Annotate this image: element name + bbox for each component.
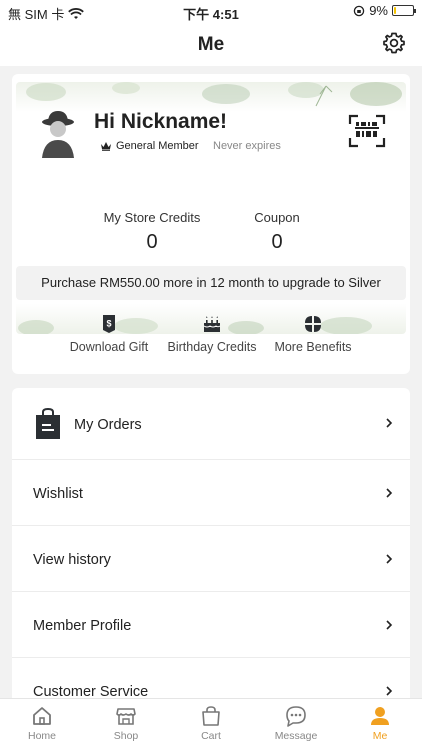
store-credits-value: 0	[146, 231, 158, 253]
chevron-right-icon	[386, 554, 393, 564]
benefit-birthday-credits[interactable]: Birthday Credits	[162, 314, 262, 354]
tab-shop[interactable]: Shop	[84, 705, 168, 742]
tab-label: Me	[372, 730, 388, 742]
menu-item-view-history[interactable]: View history	[12, 526, 410, 592]
menu-label: Wishlist	[33, 486, 83, 502]
menu-label: View history	[33, 552, 111, 568]
menu-item-member-profile[interactable]: Member Profile	[12, 592, 410, 658]
crown-icon	[101, 142, 111, 151]
chevron-right-icon	[386, 620, 393, 630]
greeting-text: Hi Nickname!	[94, 110, 228, 133]
benefit-more[interactable]: More Benefits	[268, 314, 358, 354]
benefit-label: More Benefits	[274, 340, 352, 354]
bottom-tab-bar: Home Shop Cart Message Me	[0, 698, 422, 750]
tab-label: Message	[274, 730, 318, 742]
message-icon	[286, 706, 306, 727]
avatar[interactable]	[38, 108, 78, 158]
battery-icon	[392, 5, 416, 16]
home-icon	[33, 707, 51, 725]
person-icon	[371, 707, 389, 725]
tab-home[interactable]: Home	[0, 705, 84, 742]
tab-message[interactable]: Message	[254, 705, 338, 742]
member-level: General Member	[100, 140, 199, 152]
benefit-label: Birthday Credits	[167, 340, 257, 354]
member-card: Hi Nickname! General Member Never expire…	[12, 74, 410, 374]
tab-label: Home	[27, 730, 56, 742]
benefit-download-gift[interactable]: $ Download Gift	[64, 314, 154, 354]
member-level-label: General Member	[116, 140, 199, 152]
chevron-right-icon	[386, 488, 393, 498]
store-credits[interactable]: My Store Credits 0	[92, 210, 212, 254]
svg-text:$: $	[106, 319, 111, 329]
orientation-lock-icon	[353, 5, 365, 16]
page-title: Me	[197, 34, 225, 55]
chevron-right-icon	[386, 686, 393, 696]
status-bar: 無 SIM 卡 下午 4:51 9%	[0, 0, 422, 22]
shopping-bag-icon	[36, 408, 60, 439]
menu-label: Member Profile	[33, 618, 132, 634]
coupon-label: Coupon	[254, 210, 300, 225]
battery-fill	[394, 7, 396, 14]
membership-expiry: Never expires	[213, 140, 281, 152]
menu-item-wishlist[interactable]: Wishlist	[12, 460, 410, 526]
barcode-scan-icon[interactable]	[348, 114, 386, 148]
coupon[interactable]: Coupon 0	[242, 210, 312, 254]
battery-percent: 9%	[369, 3, 388, 18]
top-header: Me	[0, 22, 422, 66]
tab-label: Shop	[113, 730, 139, 742]
gift-tag-icon: $	[103, 315, 115, 333]
tab-me[interactable]: Me	[338, 705, 422, 742]
gear-icon[interactable]	[382, 31, 406, 55]
menu-item-my-orders[interactable]: My Orders	[12, 388, 410, 460]
shop-icon	[116, 708, 136, 725]
benefit-label: Download Gift	[69, 340, 149, 354]
store-credits-label: My Store Credits	[103, 210, 201, 225]
account-menu: My Orders Wishlist View history Member P…	[12, 388, 410, 708]
upgrade-message: Purchase RM550.00 more in 12 month to up…	[16, 266, 406, 300]
tab-cart[interactable]: Cart	[169, 705, 253, 742]
coupon-value: 0	[271, 231, 283, 253]
status-right: 9%	[353, 3, 416, 18]
leaf-pattern-top	[26, 82, 402, 107]
cart-icon	[202, 706, 220, 726]
grid-icon	[305, 316, 321, 332]
cake-icon	[203, 316, 221, 332]
menu-label: My Orders	[74, 417, 142, 433]
chevron-right-icon	[386, 418, 393, 428]
tab-label: Cart	[201, 730, 221, 742]
